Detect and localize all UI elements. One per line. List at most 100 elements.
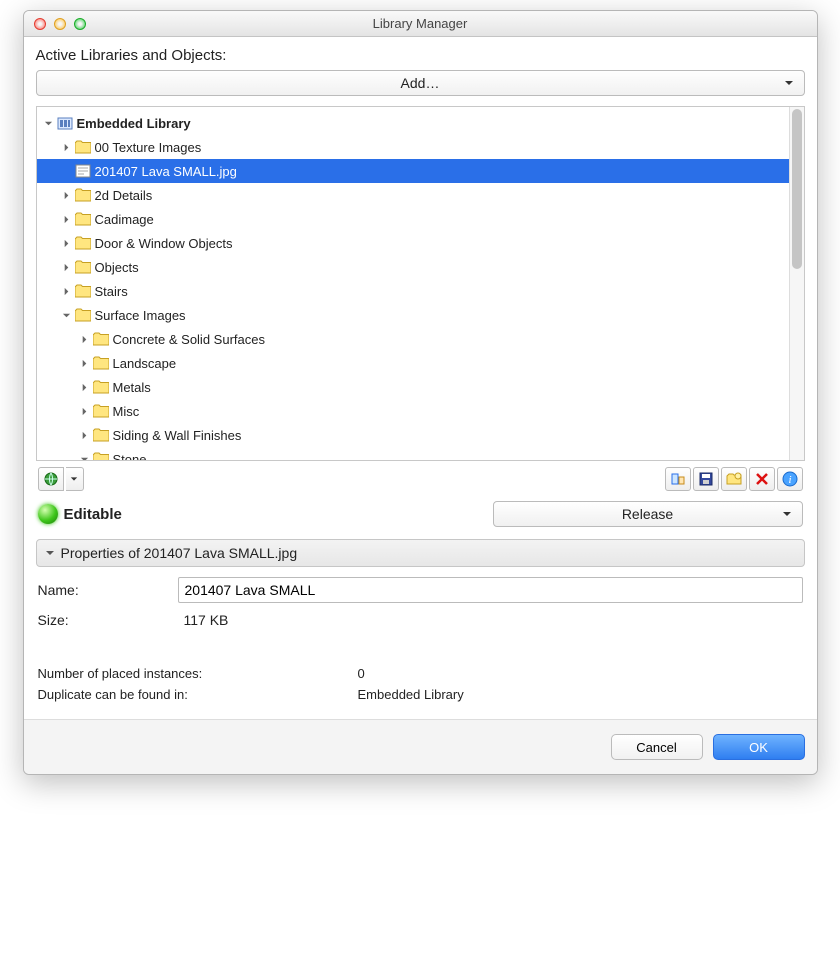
web-library-button[interactable]: [38, 467, 64, 491]
tree-item-label: Surface Images: [95, 308, 186, 323]
instances-label: Number of placed instances:: [38, 666, 358, 681]
folder-icon: [93, 332, 109, 346]
tree-folder[interactable]: Objects: [37, 255, 804, 279]
properties-header[interactable]: Properties of 201407 Lava SMALL.jpg: [36, 539, 805, 567]
scrollbar-thumb[interactable]: [792, 109, 802, 269]
image-file-icon: [75, 164, 91, 178]
tree-item-label: Cadimage: [95, 212, 154, 227]
tree-toolbar: i: [36, 461, 805, 497]
delete-button[interactable]: [749, 467, 775, 491]
tree-folder[interactable]: 2d Details: [37, 183, 804, 207]
disclosure-triangle-icon[interactable]: [61, 287, 73, 296]
chevron-down-icon: [782, 506, 792, 522]
tree-item-label: Stairs: [95, 284, 128, 299]
tree-file[interactable]: 201407 Lava SMALL.jpg: [37, 159, 804, 183]
disclosure-triangle-icon[interactable]: [79, 383, 91, 392]
tree-folder[interactable]: Misc: [37, 399, 804, 423]
tree-folder[interactable]: 00 Texture Images: [37, 135, 804, 159]
tree-folder[interactable]: Landscape: [37, 351, 804, 375]
name-label: Name:: [38, 582, 178, 598]
disclosure-triangle-icon: [45, 545, 55, 561]
disclosure-triangle-icon[interactable]: [61, 215, 73, 224]
content-area: Active Libraries and Objects: Add… Embed…: [24, 37, 817, 719]
tree-folder[interactable]: Embedded Library: [37, 111, 804, 135]
tree-folder[interactable]: Stone: [37, 447, 804, 461]
duplicate-label: Duplicate can be found in:: [38, 687, 358, 702]
name-field[interactable]: [178, 577, 803, 603]
folder-icon: [75, 212, 91, 226]
tree-item-label: Objects: [95, 260, 139, 275]
folder-icon: [75, 260, 91, 274]
tree-folder[interactable]: Cadimage: [37, 207, 804, 231]
folder-icon: [93, 428, 109, 442]
tree-item-label: Misc: [113, 404, 140, 419]
folder-icon: [75, 236, 91, 250]
tree-item-label: Door & Window Objects: [95, 236, 233, 251]
folder-icon: [93, 404, 109, 418]
folder-icon: [75, 308, 91, 322]
size-value: 117 KB: [178, 612, 803, 628]
library-manager-window: Library Manager Active Libraries and Obj…: [23, 10, 818, 775]
folder-icon: [93, 380, 109, 394]
properties-title: Properties of 201407 Lava SMALL.jpg: [61, 545, 298, 561]
tree-item-label: Landscape: [113, 356, 177, 371]
disclosure-triangle-icon[interactable]: [79, 407, 91, 416]
tree-item-label: Metals: [113, 380, 151, 395]
library-tree: Embedded Library 00 Texture Images 201407 …: [36, 106, 805, 461]
size-label: Size:: [38, 612, 178, 628]
disclosure-triangle-icon[interactable]: [61, 263, 73, 272]
tree-folder[interactable]: Concrete & Solid Surfaces: [37, 327, 804, 351]
tree-folder[interactable]: Metals: [37, 375, 804, 399]
disclosure-triangle-icon[interactable]: [61, 143, 73, 152]
instances-value: 0: [358, 666, 365, 681]
info-button[interactable]: i: [777, 467, 803, 491]
disclosure-triangle-icon[interactable]: [61, 311, 73, 320]
folder-icon: [75, 284, 91, 298]
titlebar[interactable]: Library Manager: [24, 11, 817, 37]
tree-scrollbar[interactable]: [789, 107, 804, 460]
tree-folder[interactable]: Siding & Wall Finishes: [37, 423, 804, 447]
tree-item-label: 2d Details: [95, 188, 153, 203]
editable-status-label: Editable: [64, 506, 122, 523]
editable-status-icon: [38, 504, 58, 524]
web-library-menu-button[interactable]: [66, 467, 84, 491]
section-heading: Active Libraries and Objects:: [36, 47, 805, 64]
release-dropdown-button[interactable]: Release: [493, 501, 803, 527]
disclosure-triangle-icon[interactable]: [79, 359, 91, 368]
window-title: Library Manager: [24, 16, 817, 31]
disclosure-triangle-icon[interactable]: [61, 239, 73, 248]
status-row: Editable Release: [36, 497, 805, 539]
chevron-down-icon: [784, 75, 794, 91]
release-button-label: Release: [622, 506, 673, 522]
tree-item-label: 00 Texture Images: [95, 140, 202, 155]
disclosure-triangle-icon[interactable]: [43, 119, 55, 128]
tree-item-label: 201407 Lava SMALL.jpg: [95, 164, 237, 179]
add-dropdown-button[interactable]: Add…: [36, 70, 805, 96]
folder-icon: [75, 140, 91, 154]
new-folder-button[interactable]: [721, 467, 747, 491]
disclosure-triangle-icon[interactable]: [79, 455, 91, 462]
folder-icon: [93, 356, 109, 370]
svg-text:i: i: [788, 474, 791, 486]
disclosure-triangle-icon[interactable]: [79, 431, 91, 440]
disclosure-triangle-icon[interactable]: [61, 191, 73, 200]
library-icon: [57, 116, 73, 130]
properties-panel: Name: Size: 117 KB Number of placed inst…: [36, 567, 805, 705]
tree-item-label: Stone: [113, 452, 147, 462]
tree-item-label: Concrete & Solid Surfaces: [113, 332, 265, 347]
dialog-footer: Cancel OK: [24, 719, 817, 774]
tree-item-label: Siding & Wall Finishes: [113, 428, 242, 443]
tree-folder[interactable]: Surface Images: [37, 303, 804, 327]
duplicate-value: Embedded Library: [358, 687, 464, 702]
disclosure-triangle-icon[interactable]: [79, 335, 91, 344]
cancel-button[interactable]: Cancel: [611, 734, 703, 760]
tree-folder[interactable]: Door & Window Objects: [37, 231, 804, 255]
place-object-button[interactable]: [665, 467, 691, 491]
folder-icon: [93, 452, 109, 461]
ok-button[interactable]: OK: [713, 734, 805, 760]
add-button-label: Add…: [401, 75, 440, 91]
tree-folder[interactable]: Stairs: [37, 279, 804, 303]
tree-item-label: Embedded Library: [77, 116, 191, 131]
save-button[interactable]: [693, 467, 719, 491]
folder-icon: [75, 188, 91, 202]
